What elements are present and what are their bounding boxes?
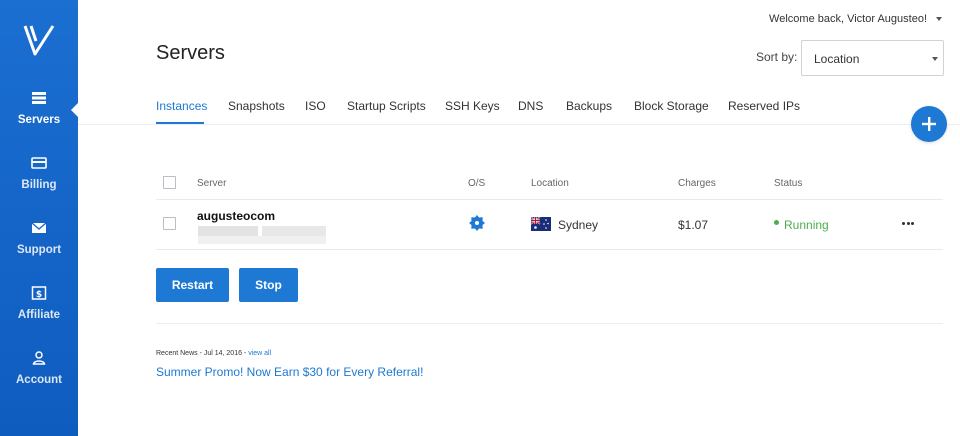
column-header-status: Status — [774, 178, 803, 189]
tab-instances[interactable]: Instances — [156, 99, 207, 113]
sidebar-item-affiliate[interactable]: $ Affiliate — [0, 285, 78, 341]
sidebar-item-label: Servers — [17, 114, 61, 126]
status-badge: Running — [784, 218, 829, 232]
tab-startup-scripts[interactable]: Startup Scripts — [347, 99, 426, 113]
column-header-charges: Charges — [678, 178, 716, 189]
sidebar-item-label: Support — [16, 244, 62, 256]
tab-backups[interactable]: Backups — [566, 99, 612, 113]
server-location: Sydney — [558, 218, 599, 232]
user-icon — [32, 351, 46, 365]
credit-card-icon — [31, 157, 47, 169]
chevron-down-icon[interactable] — [936, 17, 942, 21]
os-gear-icon — [469, 215, 485, 231]
dollar-icon: $ — [31, 286, 47, 300]
divider — [156, 249, 943, 250]
news-meta: Recent News - Jul 14, 2016 - view all — [156, 350, 271, 357]
divider — [156, 199, 943, 200]
tab-block-storage[interactable]: Block Storage — [634, 99, 709, 113]
column-header-server: Server — [197, 178, 227, 189]
page-title: Servers — [156, 42, 225, 64]
sidebar-item-label: Billing — [21, 179, 57, 191]
view-all-news-link[interactable]: view all — [248, 350, 271, 357]
vultr-logo[interactable] — [22, 24, 56, 56]
tab-dns[interactable]: DNS — [518, 99, 543, 113]
sidebar-item-label: Account — [16, 374, 62, 386]
tab-ssh-keys[interactable]: SSH Keys — [445, 99, 500, 113]
sidebar-item-servers[interactable]: Servers — [0, 90, 78, 146]
redacted-ip — [262, 226, 326, 236]
user-menu[interactable]: Welcome back, Victor Augusteo! — [769, 13, 927, 25]
news-date: Recent News - Jul 14, 2016 - — [156, 350, 247, 357]
envelope-icon — [31, 222, 47, 233]
chevron-down-icon — [932, 57, 938, 61]
servers-icon — [32, 92, 46, 104]
sidebar-item-label: Affiliate — [17, 309, 61, 321]
sidebar: Servers Billing Support $ Affiliate Acco… — [0, 0, 78, 436]
sort-select-value: Location — [814, 52, 860, 66]
select-all-checkbox[interactable] — [163, 176, 176, 189]
column-header-location: Location — [531, 178, 569, 189]
sidebar-item-billing[interactable]: Billing — [0, 155, 78, 211]
divider — [78, 124, 960, 125]
row-checkbox[interactable] — [163, 217, 176, 230]
tab-iso[interactable]: ISO — [305, 99, 326, 113]
redacted-ip — [198, 226, 258, 236]
sort-select[interactable]: Location — [801, 40, 944, 76]
tab-reserved-ips[interactable]: Reserved IPs — [728, 99, 800, 113]
add-server-button[interactable] — [911, 106, 947, 142]
svg-text:$: $ — [36, 290, 42, 300]
sort-label: Sort by: — [756, 50, 798, 64]
tab-snapshots[interactable]: Snapshots — [228, 99, 285, 113]
australia-flag-icon — [531, 217, 551, 231]
server-charges: $1.07 — [678, 218, 709, 232]
status-dot-icon — [774, 220, 779, 225]
column-header-os: O/S — [468, 178, 486, 189]
more-options-icon[interactable] — [900, 218, 916, 228]
restart-button[interactable]: Restart — [156, 268, 229, 302]
redacted-ip — [198, 236, 326, 244]
divider — [156, 323, 943, 324]
sidebar-item-support[interactable]: Support — [0, 220, 78, 276]
news-headline-link[interactable]: Summer Promo! Now Earn $30 for Every Ref… — [156, 365, 423, 379]
server-name-link[interactable]: augusteocom — [197, 209, 275, 223]
stop-button[interactable]: Stop — [239, 268, 298, 302]
plus-icon — [922, 117, 936, 131]
active-nav-indicator — [71, 103, 78, 117]
sidebar-item-account[interactable]: Account — [0, 350, 78, 406]
